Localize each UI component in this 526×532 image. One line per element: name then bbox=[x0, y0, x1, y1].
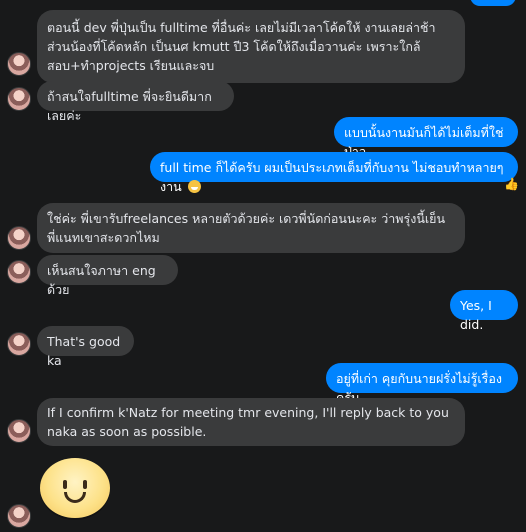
message-text: เห็นสนใจภาษา eng ด้วย bbox=[47, 263, 156, 297]
avatar[interactable] bbox=[7, 504, 31, 528]
grinning-emoji-icon bbox=[187, 180, 201, 193]
message-text: Yes, I did. bbox=[460, 298, 492, 332]
incoming-message-bubble[interactable]: ถ้าสนใจfulltime พี่จะยินดีมากเลยค่ะ bbox=[37, 81, 234, 123]
avatar[interactable] bbox=[7, 226, 31, 250]
sticker-mouth bbox=[64, 492, 86, 503]
avatar[interactable] bbox=[7, 419, 31, 443]
incoming-message-bubble[interactable]: That's good ka bbox=[37, 326, 134, 368]
incoming-message-bubble[interactable]: เห็นสนใจภาษา eng ด้วย bbox=[37, 255, 178, 297]
sticker-eye bbox=[83, 480, 87, 489]
chat-thread: ตอนนี้ dev พี่ปุ่นเป็น fulltime ที่อื่นค… bbox=[0, 0, 526, 532]
thumbs-up-icon[interactable]: 👍 bbox=[504, 177, 519, 191]
message-text: That's good ka bbox=[47, 334, 121, 368]
message-text: ถ้าสนใจfulltime พี่จะยินดีมากเลยค่ะ bbox=[47, 89, 212, 123]
outgoing-message-bubble[interactable]: Yes, I did. bbox=[450, 290, 518, 332]
outgoing-message-bubble[interactable]: อยู่ที่เก่า คุยกับนายฝรั่งไม่รู้เรื่องคร… bbox=[326, 363, 518, 405]
incoming-message-bubble[interactable]: ใช่ค่ะ พี่เขารับfreelances หลายตัวด้วยค่… bbox=[37, 203, 465, 253]
message-text: full time ก็ได้ครับ ผมเป็นประเภทเต็มที่ก… bbox=[160, 160, 504, 194]
avatar[interactable] bbox=[7, 52, 31, 76]
avatar[interactable] bbox=[7, 260, 31, 284]
message-text: ตอนนี้ dev พี่ปุ่นเป็น fulltime ที่อื่นค… bbox=[47, 20, 436, 73]
message-text: If I confirm k'Natz for meeting tmr even… bbox=[47, 405, 449, 439]
avatar[interactable] bbox=[7, 87, 31, 111]
message-text: ใช่ค่ะ พี่เขารับfreelances หลายตัวด้วยค่… bbox=[47, 211, 446, 245]
sticker-eye bbox=[63, 480, 67, 489]
incoming-message-bubble[interactable]: If I confirm k'Natz for meeting tmr even… bbox=[37, 398, 465, 446]
outgoing-message-bubble-partial[interactable] bbox=[470, 0, 516, 6]
outgoing-message-bubble[interactable]: แบบนั้นงานมันก็ได้ไม่เต็มที่ใช่ป่าว bbox=[334, 117, 518, 159]
incoming-message-bubble[interactable]: ตอนนี้ dev พี่ปุ่นเป็น fulltime ที่อื่นค… bbox=[37, 10, 465, 83]
outgoing-message-bubble[interactable]: full time ก็ได้ครับ ผมเป็นประเภทเต็มที่ก… bbox=[150, 152, 518, 194]
smiley-sticker-icon[interactable] bbox=[40, 458, 110, 518]
avatar[interactable] bbox=[7, 332, 31, 356]
